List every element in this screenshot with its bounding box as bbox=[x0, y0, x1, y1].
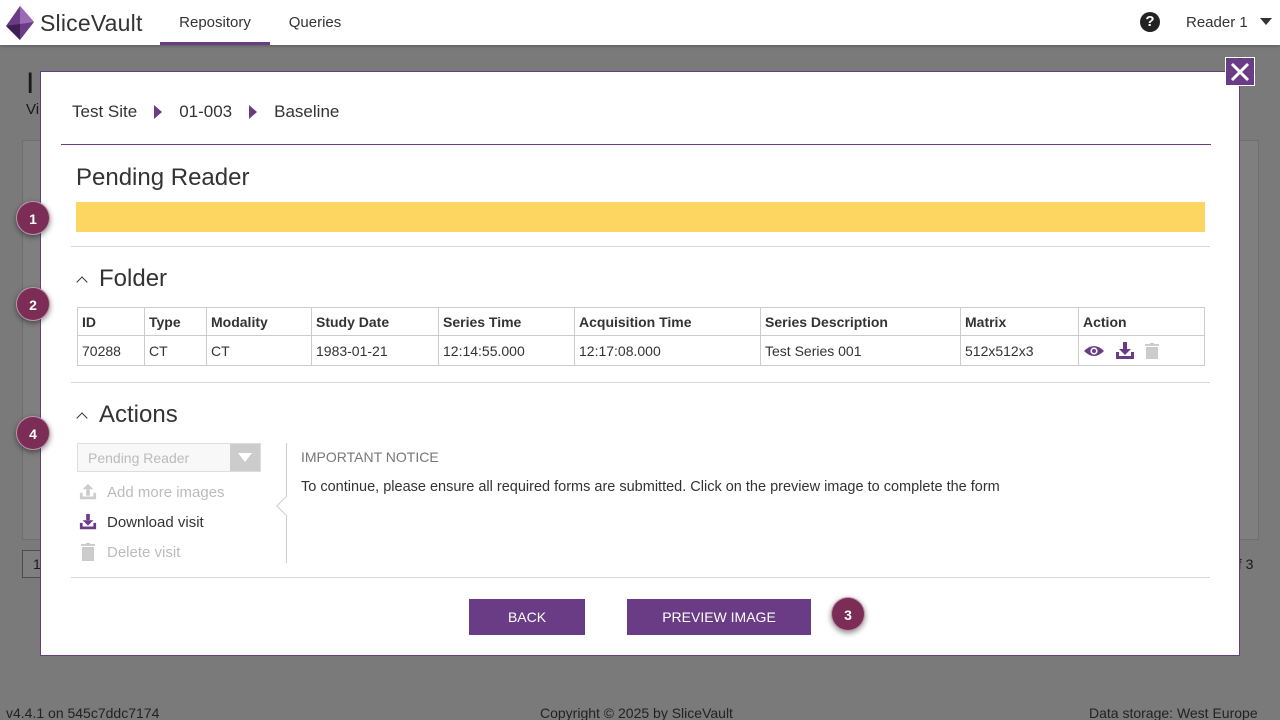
user-name: Reader 1 bbox=[1186, 14, 1248, 31]
table-row: 70288 CT CT 1983-01-21 12:14:55.000 12:1… bbox=[77, 335, 1205, 366]
app-name: SliceVault bbox=[40, 9, 143, 36]
actions-section-header[interactable]: Actions bbox=[76, 401, 178, 429]
step-badge-4[interactable]: 4 bbox=[16, 416, 50, 450]
breadcrumb-divider bbox=[61, 144, 1211, 145]
cell-series-description: Test Series 001 bbox=[760, 335, 961, 366]
col-study-date[interactable]: Study Date bbox=[311, 307, 439, 336]
close-modal-button[interactable] bbox=[1225, 57, 1255, 86]
chevron-up-icon bbox=[76, 275, 88, 288]
eye-icon[interactable] bbox=[1083, 344, 1105, 358]
section-divider bbox=[71, 577, 1210, 578]
cell-study-date: 1983-01-21 bbox=[311, 335, 439, 366]
notice-title: IMPORTANT NOTICE bbox=[301, 449, 439, 465]
cell-modality[interactable]: CT bbox=[206, 335, 312, 366]
cell-acquisition-time: 12:17:08.000 bbox=[574, 335, 761, 366]
step-badge-1[interactable]: 1 bbox=[16, 201, 50, 235]
actions-heading: Actions bbox=[99, 401, 178, 428]
status-select-value: Pending Reader bbox=[88, 450, 190, 466]
caret-down-icon bbox=[1259, 18, 1272, 25]
folder-section-header[interactable]: Folder bbox=[76, 265, 167, 293]
trash-icon bbox=[1144, 342, 1159, 359]
add-more-images-action: Add more images bbox=[79, 483, 225, 501]
notice-text: To continue, please ensure all required … bbox=[301, 479, 1000, 495]
back-button[interactable]: BACK bbox=[469, 599, 585, 635]
cell-type: CT bbox=[144, 335, 207, 366]
breadcrumb-site[interactable]: Test Site bbox=[72, 102, 137, 122]
cell-series-time: 12:14:55.000 bbox=[438, 335, 575, 366]
slicevault-logo-icon bbox=[6, 6, 34, 40]
tab-repository[interactable]: Repository bbox=[160, 0, 270, 45]
help-icon[interactable]: ? bbox=[1140, 12, 1160, 32]
user-menu[interactable]: Reader 1 bbox=[1186, 14, 1272, 31]
cell-actions bbox=[1078, 335, 1205, 366]
section-divider bbox=[71, 246, 1210, 247]
status-bar bbox=[76, 202, 1205, 232]
delete-visit-label: Delete visit bbox=[107, 543, 181, 561]
section-divider bbox=[71, 382, 1210, 383]
step-badge-3[interactable]: 3 bbox=[831, 597, 865, 631]
col-id[interactable]: ID bbox=[77, 307, 145, 336]
col-type[interactable]: Type bbox=[144, 307, 207, 336]
dropdown-arrow-icon bbox=[230, 444, 260, 471]
divider-pointer bbox=[276, 496, 296, 516]
col-matrix[interactable]: Matrix bbox=[960, 307, 1079, 336]
breadcrumb-arrow-icon bbox=[249, 105, 258, 119]
close-icon bbox=[1230, 62, 1250, 82]
download-visit-label: Download visit bbox=[107, 513, 204, 531]
table-header-row: ID Type Modality Study Date Series Time … bbox=[77, 307, 1205, 336]
status-select: Pending Reader bbox=[77, 443, 261, 472]
col-acquisition-time[interactable]: Acquisition Time bbox=[574, 307, 761, 336]
breadcrumb: Test Site 01-003 Baseline bbox=[72, 102, 339, 122]
col-series-time[interactable]: Series Time bbox=[438, 307, 575, 336]
chevron-up-icon bbox=[76, 411, 88, 424]
breadcrumb-arrow-icon bbox=[154, 105, 163, 119]
cell-id: 70288 bbox=[77, 335, 145, 366]
folder-heading: Folder bbox=[99, 265, 168, 292]
download-icon[interactable] bbox=[1115, 341, 1135, 360]
top-navbar: SliceVault Repository Queries ? Reader 1 bbox=[0, 0, 1280, 45]
visit-modal: Test Site 01-003 Baseline Pending Reader… bbox=[40, 71, 1240, 656]
upload-icon bbox=[79, 483, 97, 500]
breadcrumb-visit[interactable]: Baseline bbox=[274, 102, 339, 122]
status-title: Pending Reader bbox=[76, 164, 250, 191]
logo[interactable]: SliceVault bbox=[4, 4, 143, 42]
tab-queries[interactable]: Queries bbox=[280, 0, 350, 45]
col-series-description[interactable]: Series Description bbox=[760, 307, 961, 336]
trash-icon bbox=[81, 543, 95, 561]
step-badge-2[interactable]: 2 bbox=[16, 287, 50, 321]
add-more-images-label: Add more images bbox=[107, 483, 225, 501]
download-icon bbox=[79, 513, 97, 530]
preview-image-button[interactable]: PREVIEW IMAGE bbox=[627, 599, 811, 635]
delete-visit-action: Delete visit bbox=[79, 543, 180, 561]
cell-matrix: 512x512x3 bbox=[960, 335, 1079, 366]
folder-table: ID Type Modality Study Date Series Time … bbox=[77, 307, 1205, 366]
breadcrumb-subject[interactable]: 01-003 bbox=[179, 102, 232, 122]
download-visit-action[interactable]: Download visit bbox=[79, 513, 204, 531]
col-modality[interactable]: Modality bbox=[206, 307, 312, 336]
col-action: Action bbox=[1078, 307, 1205, 336]
